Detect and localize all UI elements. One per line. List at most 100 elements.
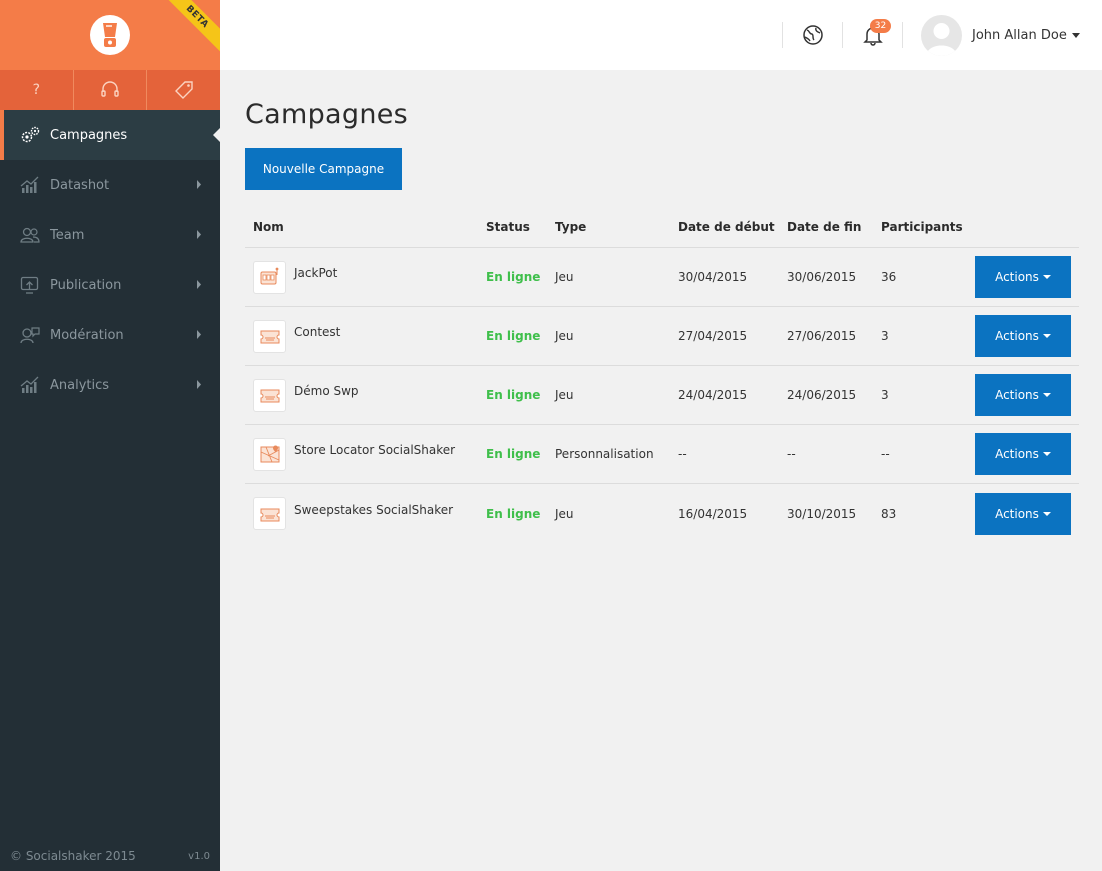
chevron-right-icon bbox=[197, 330, 201, 339]
divider bbox=[902, 22, 903, 48]
actions-label: Actions bbox=[995, 329, 1039, 343]
cell-date-debut: -- bbox=[678, 447, 687, 461]
cell-type: Jeu bbox=[555, 506, 574, 521]
caret-down-icon bbox=[1042, 452, 1051, 456]
campaign-name[interactable]: Store Locator SocialShaker bbox=[294, 443, 455, 457]
cell-date-fin: 27/06/2015 bbox=[787, 329, 857, 343]
help-button[interactable]: ? bbox=[0, 70, 74, 110]
cell-type: Personnalisation bbox=[555, 447, 654, 461]
actions-label: Actions bbox=[995, 270, 1039, 284]
tag-icon bbox=[174, 81, 193, 99]
campaign-name[interactable]: Contest bbox=[294, 325, 340, 339]
cell-nom: Démo Swp bbox=[245, 378, 486, 412]
actions-button[interactable]: Actions bbox=[975, 256, 1071, 298]
sidebar-footer: © Socialshaker 2015 v1.0 bbox=[10, 849, 210, 863]
chevron-right-icon bbox=[197, 180, 201, 189]
tag-button[interactable] bbox=[147, 70, 220, 110]
users-icon bbox=[20, 225, 40, 245]
cell-nom: Contest bbox=[245, 319, 486, 353]
col-date-fin[interactable]: Date de fin bbox=[787, 220, 881, 234]
actions-button[interactable]: Actions bbox=[975, 374, 1071, 416]
col-type[interactable]: Type bbox=[555, 220, 678, 234]
nav-item-team[interactable]: Team bbox=[0, 210, 220, 260]
sidebar: BETA ? Campagnes Datashot Team Publicati… bbox=[0, 0, 220, 871]
col-nom[interactable]: Nom bbox=[245, 220, 486, 234]
main-content: Campagnes Nouvelle Campagne Nom Status T… bbox=[245, 70, 1079, 543]
status-badge: En ligne bbox=[486, 388, 541, 402]
beta-ribbon: BETA bbox=[159, 0, 220, 55]
actions-button[interactable]: Actions bbox=[975, 492, 1071, 535]
version-label: v1.0 bbox=[188, 851, 210, 862]
moderation-icon bbox=[20, 325, 40, 345]
nav-label: Datashot bbox=[50, 177, 110, 193]
cell-actions: Actions bbox=[975, 374, 1079, 416]
status-badge: En ligne bbox=[486, 447, 541, 461]
divider bbox=[842, 22, 843, 48]
nav-label: Analytics bbox=[50, 377, 110, 393]
caret-down-icon bbox=[1042, 393, 1051, 397]
nav-item-publication[interactable]: Publication bbox=[0, 260, 220, 310]
ticket-icon bbox=[253, 319, 286, 353]
globe-icon[interactable] bbox=[802, 24, 824, 46]
cell-date-debut: 16/04/2015 bbox=[678, 506, 748, 521]
cell-actions: Actions bbox=[975, 256, 1079, 298]
cell-actions: Actions bbox=[975, 433, 1079, 475]
cell-date-fin: -- bbox=[787, 447, 796, 461]
col-status[interactable]: Status bbox=[486, 220, 555, 234]
cell-nom: Sweepstakes SocialShaker bbox=[245, 497, 486, 530]
support-button[interactable] bbox=[74, 70, 148, 110]
table-row[interactable]: Sweepstakes SocialShaker En ligne Jeu 16… bbox=[245, 484, 1079, 543]
table-header: Nom Status Type Date de début Date de fi… bbox=[245, 207, 1079, 248]
nav-item-analytics[interactable]: Analytics bbox=[0, 360, 220, 410]
caret-down-icon[interactable] bbox=[1072, 33, 1080, 38]
avatar[interactable] bbox=[921, 15, 962, 56]
table-row[interactable]: Store Locator SocialShaker En ligne Pers… bbox=[245, 425, 1079, 484]
logo[interactable] bbox=[90, 15, 130, 55]
chevron-right-icon bbox=[197, 280, 201, 289]
new-campaign-button[interactable]: Nouvelle Campagne bbox=[245, 148, 402, 190]
cell-participants: 3 bbox=[881, 329, 889, 343]
cell-actions: Actions bbox=[975, 315, 1079, 357]
chevron-right-icon bbox=[197, 230, 201, 239]
user-silhouette-icon bbox=[926, 23, 957, 56]
table-row[interactable]: Contest En ligne Jeu 27/04/2015 27/06/20… bbox=[245, 307, 1079, 366]
col-date-debut[interactable]: Date de début bbox=[678, 220, 787, 234]
nav-item-moderation[interactable]: Modération bbox=[0, 310, 220, 360]
cell-nom: Store Locator SocialShaker bbox=[245, 437, 486, 471]
col-participants[interactable]: Participants bbox=[881, 220, 975, 234]
cell-participants: 36 bbox=[881, 270, 897, 284]
question-icon: ? bbox=[32, 82, 41, 98]
actions-button[interactable]: Actions bbox=[975, 315, 1071, 357]
caret-down-icon bbox=[1042, 511, 1051, 516]
cell-type: Jeu bbox=[555, 329, 574, 343]
user-name[interactable]: John Allan Doe bbox=[972, 28, 1067, 43]
campaign-name[interactable]: Démo Swp bbox=[294, 384, 359, 398]
nav-label: Modération bbox=[50, 327, 124, 343]
campaign-name[interactable]: JackPot bbox=[294, 266, 337, 280]
headset-icon bbox=[101, 81, 119, 97]
nav-item-datashot[interactable]: Datashot bbox=[0, 160, 220, 210]
cell-type: Jeu bbox=[555, 388, 574, 402]
cell-date-debut: 30/04/2015 bbox=[678, 270, 748, 284]
table-row[interactable]: Démo Swp En ligne Jeu 24/04/2015 24/06/2… bbox=[245, 366, 1079, 425]
cell-nom: JackPot bbox=[245, 260, 486, 294]
nav-item-campagnes[interactable]: Campagnes bbox=[0, 110, 220, 160]
campaign-name[interactable]: Sweepstakes SocialShaker bbox=[294, 503, 453, 517]
actions-label: Actions bbox=[995, 506, 1039, 521]
nav-label: Campagnes bbox=[50, 127, 128, 143]
actions-label: Actions bbox=[995, 447, 1039, 461]
blender-icon bbox=[103, 23, 117, 47]
chevron-right-icon bbox=[197, 380, 201, 389]
cell-participants: 3 bbox=[881, 388, 889, 402]
status-badge: En ligne bbox=[486, 329, 541, 343]
quick-actions: ? bbox=[0, 70, 220, 110]
notification-badge: 32 bbox=[870, 19, 891, 33]
logo-area: BETA bbox=[0, 0, 220, 70]
cell-date-debut: 24/04/2015 bbox=[678, 388, 748, 402]
table-row[interactable]: JackPot En ligne Jeu 30/04/2015 30/06/20… bbox=[245, 248, 1079, 307]
status-badge: En ligne bbox=[486, 506, 541, 521]
campaigns-table: Nom Status Type Date de début Date de fi… bbox=[245, 207, 1079, 543]
nav-label: Team bbox=[50, 227, 85, 243]
ticket-icon bbox=[253, 497, 286, 530]
actions-button[interactable]: Actions bbox=[975, 433, 1071, 475]
